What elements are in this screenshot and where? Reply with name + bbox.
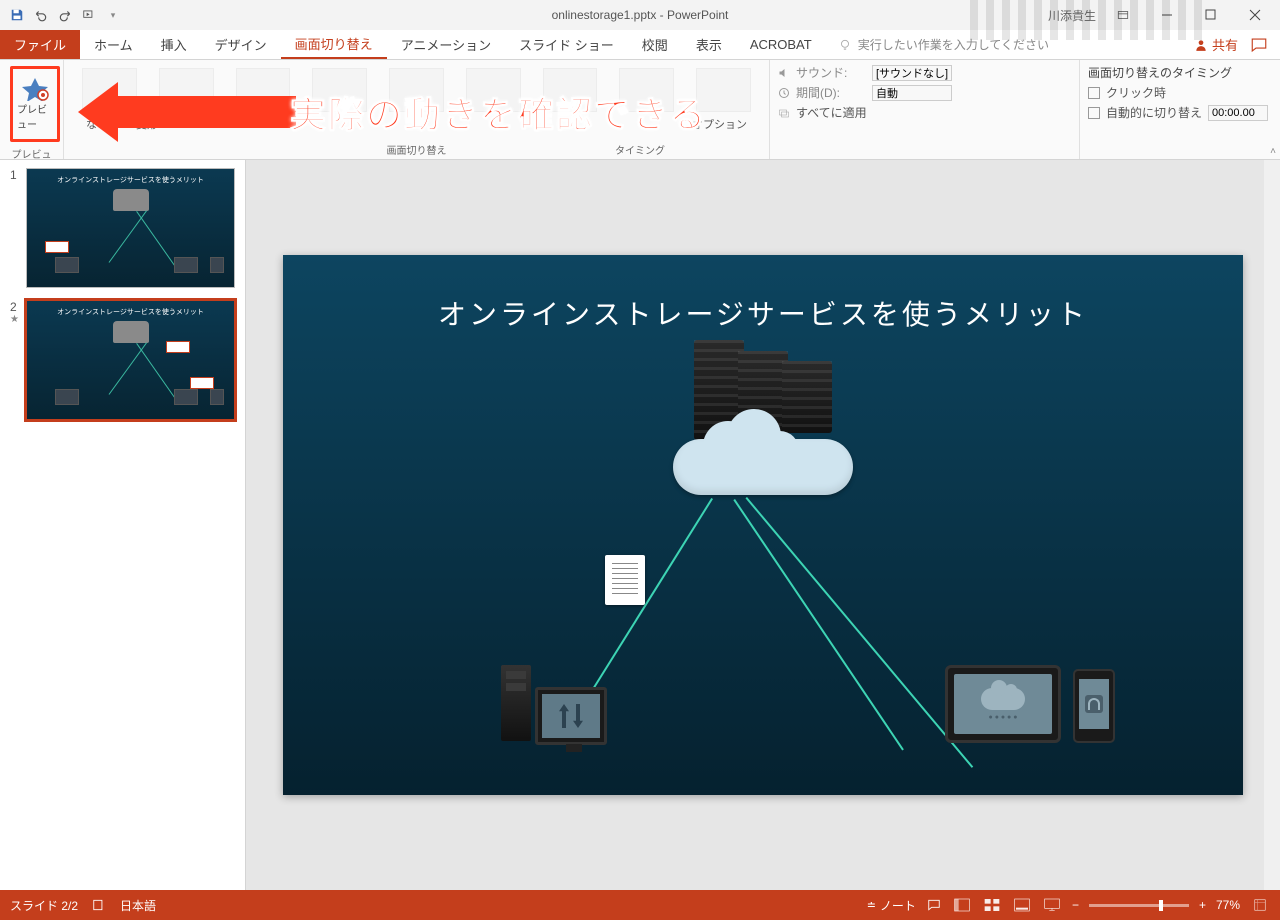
desktop-pc-graphic[interactable]: [501, 655, 611, 751]
save-icon[interactable]: [8, 6, 26, 24]
decorative-background: [970, 0, 1210, 40]
apply-all-icon: [778, 107, 790, 119]
connector-line[interactable]: [745, 497, 973, 768]
cloud-server-graphic[interactable]: [663, 345, 863, 495]
tab-insert[interactable]: 挿入: [147, 30, 201, 59]
cloud-icon: [981, 688, 1025, 710]
tab-transitions[interactable]: 画面切り替え: [281, 30, 387, 59]
comments-icon[interactable]: [926, 898, 942, 912]
slide-canvas[interactable]: オンラインストレージサービスを使うメリット ● ● ● ● ●: [283, 255, 1243, 795]
slide-editor[interactable]: オンラインストレージサービスを使うメリット ● ● ● ● ●: [246, 160, 1280, 890]
clock-icon: [778, 87, 790, 99]
tab-design[interactable]: デザイン: [201, 30, 281, 59]
advance-slide-header: 画面切り替えのタイミング: [1088, 64, 1272, 81]
checkbox-icon: [1088, 107, 1100, 119]
tab-review[interactable]: 校閲: [628, 30, 682, 59]
after-time-input[interactable]: [1208, 105, 1268, 121]
lightbulb-icon: [838, 38, 852, 52]
after-checkbox[interactable]: 自動的に切り替え: [1088, 104, 1272, 121]
normal-view-icon[interactable]: [952, 897, 972, 913]
slideshow-view-icon[interactable]: [1042, 897, 1062, 913]
comments-icon[interactable]: [1250, 36, 1268, 54]
checkbox-icon: [1088, 87, 1100, 99]
animation-star-icon: ★: [10, 314, 20, 325]
tab-home[interactable]: ホーム: [80, 30, 147, 59]
connector-line[interactable]: [733, 499, 904, 750]
monitor-icon: [535, 687, 607, 745]
sound-icon: [778, 67, 790, 79]
cloud-server-icon: [113, 189, 149, 211]
close-button[interactable]: [1238, 4, 1272, 26]
tablet-graphic[interactable]: ● ● ● ● ●: [945, 665, 1061, 743]
apply-all-button[interactable]: すべてに適用: [778, 104, 1071, 121]
cloud-server-icon: [113, 321, 149, 343]
pc-tower-icon: [501, 665, 531, 741]
tab-slideshow[interactable]: スライド ショー: [505, 30, 628, 59]
slide-thumbnails-panel: 1 オンラインストレージサービスを使うメリット 2★ オンラインストレージサービ…: [0, 160, 246, 890]
sound-select[interactable]: [872, 65, 952, 81]
reading-view-icon[interactable]: [1012, 897, 1032, 913]
window-title: onlinestorage1.pptx - PowerPoint: [552, 8, 729, 22]
tab-view[interactable]: 表示: [682, 30, 736, 59]
start-from-beginning-icon[interactable]: [80, 6, 98, 24]
arrow-shaft: [118, 96, 296, 128]
undo-icon[interactable]: [32, 6, 50, 24]
zoom-in-button[interactable]: +: [1199, 898, 1206, 912]
zoom-level[interactable]: 77%: [1216, 898, 1240, 912]
slide-title[interactable]: オンラインストレージサービスを使うメリット: [283, 293, 1243, 333]
redo-icon[interactable]: [56, 6, 74, 24]
vertical-scrollbar[interactable]: [1264, 160, 1280, 890]
zoom-slider[interactable]: [1089, 904, 1189, 907]
slide-thumbnail-2[interactable]: オンラインストレージサービスを使うメリット: [26, 300, 235, 420]
language-indicator[interactable]: 日本語: [120, 897, 156, 914]
tab-file[interactable]: ファイル: [0, 30, 80, 59]
slide-sorter-icon[interactable]: [982, 897, 1002, 913]
arrow-head: [78, 82, 118, 142]
smartphone-graphic[interactable]: [1073, 669, 1115, 743]
spellcheck-icon[interactable]: [92, 898, 106, 912]
cloud-icon: [673, 439, 853, 495]
star-icon: [21, 77, 49, 101]
ribbon: プレビュー プレビュー なし 変形 オプション 画面切り替え サウンド:: [0, 60, 1280, 160]
preview-button[interactable]: プレビュー: [10, 66, 60, 142]
collapse-ribbon-icon[interactable]: ˄: [1270, 146, 1276, 157]
tab-animations[interactable]: アニメーション: [387, 30, 505, 59]
document-icon[interactable]: [605, 555, 645, 605]
slide-thumbnail-1[interactable]: オンラインストレージサービスを使うメリット: [26, 168, 235, 288]
annotation-callout: 実際の動きを確認できる: [80, 82, 707, 142]
duration-input[interactable]: [872, 85, 952, 101]
tab-acrobat[interactable]: ACROBAT: [736, 30, 826, 59]
main-area: 1 オンラインストレージサービスを使うメリット 2★ オンラインストレージサービ…: [0, 160, 1280, 890]
thumb-number: 2: [10, 300, 20, 314]
slide-indicator[interactable]: スライド 2/2: [10, 897, 78, 914]
status-bar: スライド 2/2 日本語 ≐ノート − + 77%: [0, 890, 1280, 920]
wifi-icon: [1085, 695, 1103, 713]
zoom-out-button[interactable]: −: [1072, 898, 1079, 912]
callout-text: 実際の動きを確認できる: [290, 86, 707, 138]
on-click-checkbox[interactable]: クリック時: [1088, 84, 1272, 101]
notes-button[interactable]: ≐ノート: [867, 897, 916, 914]
qat-customize-icon[interactable]: ▾: [104, 6, 122, 24]
fit-to-window-icon[interactable]: [1250, 897, 1270, 913]
group-timing-label: タイミング: [615, 140, 665, 157]
